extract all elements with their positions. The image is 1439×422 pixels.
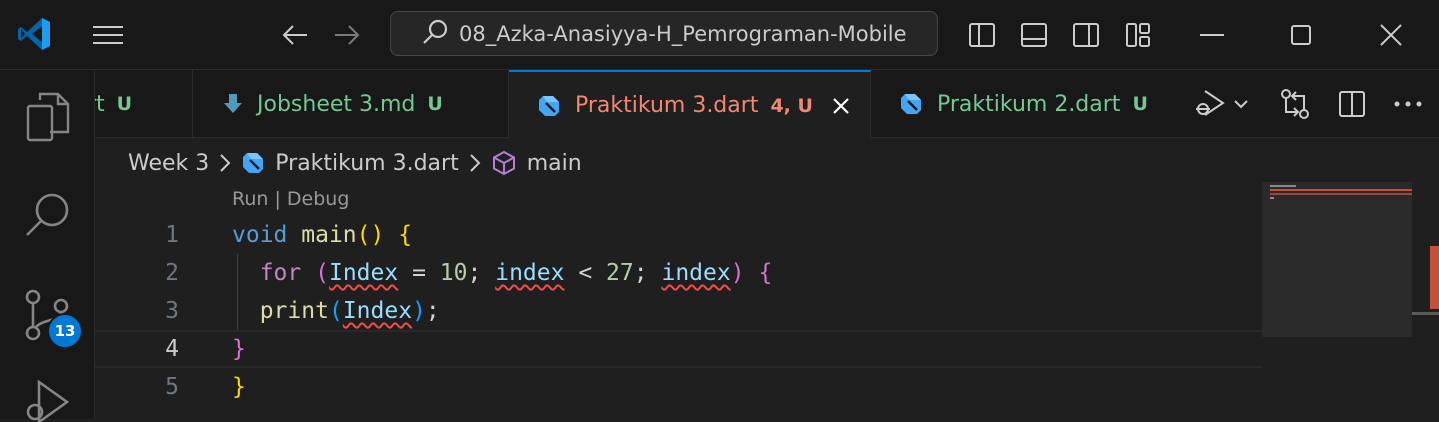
code-line: 5 } (95, 368, 1262, 406)
toggle-panel-icon[interactable] (1018, 20, 1050, 50)
code-text: print(Index); (259, 298, 440, 324)
line-number: 1 (165, 222, 179, 248)
code-text: for (Index = 10; index < 27; index) { (259, 260, 773, 286)
code-text: } (232, 336, 246, 362)
code-line: 2 for (Index = 10; index < 27; index) { (95, 254, 1262, 292)
search-icon (421, 18, 449, 50)
minimap-line (1270, 197, 1274, 199)
tab-status: U (427, 93, 443, 115)
tab-status: 4, U (770, 94, 813, 117)
symbol-method-icon (491, 150, 517, 176)
run-debug-dropdown-icon[interactable] (1193, 88, 1249, 120)
line-number: 4 (165, 336, 179, 362)
source-control-badge: 13 (47, 313, 83, 349)
tab-status: U (116, 93, 133, 115)
search-sidebar-icon[interactable] (0, 190, 95, 240)
chevron-right-icon (469, 153, 481, 173)
line-number: 2 (165, 260, 179, 286)
breadcrumb-folder[interactable]: Week 3 (128, 151, 209, 176)
code-line: 1 void main() { (95, 216, 1262, 254)
maximize-icon[interactable] (1284, 20, 1318, 50)
command-center-search[interactable]: 08_Azka-Anasiyya-H_Pemrograman-Mobile (390, 11, 938, 56)
title-bar: 08_Azka-Anasiyya-H_Pemrograman-Mobile (0, 0, 1439, 70)
breadcrumb: Week 3 Praktikum 3.dart main (128, 144, 582, 182)
forward-arrow-icon[interactable] (330, 20, 364, 50)
dart-icon (241, 151, 265, 175)
line-number: 5 (165, 374, 179, 400)
activity-bar: 13 (0, 70, 95, 422)
tab-label: Praktikum 2.dart (937, 91, 1121, 117)
markdown-download-icon (223, 93, 243, 115)
chevron-right-icon (219, 153, 231, 173)
editor-actions (1193, 70, 1423, 138)
more-actions-icon[interactable] (1393, 100, 1423, 108)
minimap-error-line (1270, 193, 1412, 195)
tab-label: Praktikum 3.dart (575, 93, 759, 118)
scrollbar-error-marker (1430, 246, 1439, 309)
code-editor[interactable]: Run | Debug 1 void main() { 2 for (Index… (95, 182, 1262, 419)
tab-jobsheet-3-md[interactable]: Jobsheet 3.md U (193, 70, 509, 138)
close-tab-icon[interactable] (831, 96, 851, 116)
minimap-error-line (1270, 189, 1412, 191)
tab-label: rt (95, 91, 105, 117)
minimap[interactable] (1262, 182, 1412, 337)
explorer-icon[interactable] (0, 92, 95, 144)
menu-icon[interactable] (88, 20, 128, 50)
codelens-run-debug[interactable]: Run | Debug (232, 188, 349, 210)
code-line: 3 print(Index); (95, 292, 1262, 330)
toggle-secondary-sidebar-icon[interactable] (1070, 20, 1102, 50)
dart-icon (899, 92, 923, 116)
tab-praktikum-3-dart[interactable]: Praktikum 3.dart 4, U (509, 70, 871, 139)
code-text: void main() { (232, 222, 413, 248)
split-editor-icon[interactable] (1337, 89, 1367, 119)
vscode-logo-icon (14, 14, 54, 54)
minimize-icon[interactable] (1195, 20, 1229, 50)
back-arrow-icon[interactable] (278, 20, 312, 50)
breadcrumb-symbol[interactable]: main (527, 151, 582, 176)
scrollbar-cursor-marker (1412, 312, 1439, 315)
search-text: 08_Azka-Anasiyya-H_Pemrograman-Mobile (459, 21, 907, 46)
close-window-icon[interactable] (1374, 20, 1408, 50)
tab-status: U (1132, 93, 1148, 115)
compare-changes-icon[interactable] (1279, 88, 1311, 120)
code-line-current: 4 } (95, 330, 1262, 368)
code-text: } (232, 374, 246, 400)
toggle-primary-sidebar-icon[interactable] (966, 20, 998, 50)
breadcrumb-file[interactable]: Praktikum 3.dart (275, 151, 458, 176)
tab-hidden-file[interactable]: rt U (95, 70, 193, 138)
line-number: 3 (165, 298, 179, 324)
minimap-line (1270, 185, 1296, 187)
run-debug-icon[interactable] (0, 378, 95, 422)
tab-praktikum-2-dart[interactable]: Praktikum 2.dart U (871, 70, 1171, 138)
tab-label: Jobsheet 3.md (257, 91, 416, 117)
customize-layout-icon[interactable] (1122, 20, 1154, 50)
tab-bar: rt U Jobsheet 3.md U Praktikum 3.dart 4,… (95, 70, 1439, 139)
dart-icon (537, 94, 561, 118)
